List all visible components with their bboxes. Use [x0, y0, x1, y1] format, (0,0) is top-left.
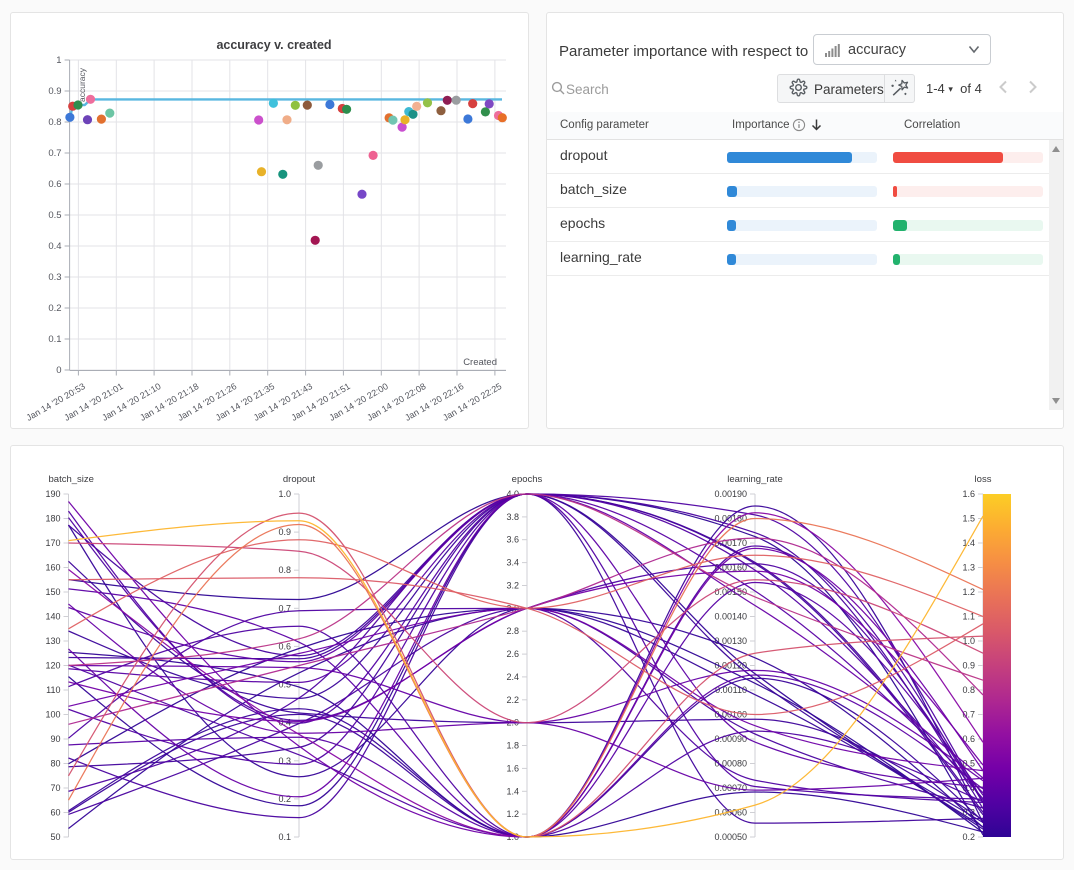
svg-text:2.8: 2.8: [506, 626, 519, 636]
svg-text:3.6: 3.6: [506, 535, 519, 545]
svg-text:0.8: 0.8: [278, 565, 291, 575]
svg-text:1.6: 1.6: [962, 489, 975, 499]
svg-text:epochs: epochs: [512, 474, 543, 485]
svg-text:0.9: 0.9: [48, 86, 61, 97]
svg-text:0.8: 0.8: [48, 117, 61, 128]
svg-text:0.9: 0.9: [962, 661, 975, 671]
svg-text:2.6: 2.6: [506, 649, 519, 659]
svg-text:loss: loss: [975, 474, 992, 485]
svg-text:0.1: 0.1: [48, 334, 61, 345]
svg-text:1.2: 1.2: [962, 587, 975, 597]
svg-text:accuracy: accuracy: [77, 67, 87, 102]
svg-text:0.00190: 0.00190: [714, 489, 747, 499]
svg-text:70: 70: [50, 783, 60, 793]
svg-text:1.4: 1.4: [962, 538, 975, 548]
svg-text:0.2: 0.2: [48, 303, 61, 314]
svg-text:1.4: 1.4: [506, 786, 519, 796]
svg-text:0.7: 0.7: [48, 148, 61, 159]
svg-text:3.2: 3.2: [506, 581, 519, 591]
svg-text:170: 170: [45, 538, 60, 548]
svg-text:1: 1: [56, 55, 61, 66]
svg-text:0.00050: 0.00050: [714, 832, 747, 842]
svg-text:0: 0: [56, 365, 61, 376]
svg-text:80: 80: [50, 759, 60, 769]
svg-text:100: 100: [45, 710, 60, 720]
svg-text:110: 110: [46, 685, 60, 695]
svg-text:2.4: 2.4: [506, 672, 519, 682]
svg-text:0.00150: 0.00150: [714, 587, 747, 597]
svg-text:learning_rate: learning_rate: [727, 474, 782, 485]
svg-text:1.5: 1.5: [962, 514, 975, 524]
svg-text:190: 190: [45, 489, 60, 499]
svg-text:120: 120: [45, 661, 60, 671]
svg-text:90: 90: [50, 734, 60, 744]
svg-text:50: 50: [50, 832, 60, 842]
svg-text:160: 160: [45, 563, 60, 573]
svg-text:dropout: dropout: [283, 474, 316, 485]
svg-text:0.2: 0.2: [962, 832, 975, 842]
svg-text:0.8: 0.8: [962, 685, 975, 695]
svg-text:2.2: 2.2: [506, 695, 519, 705]
svg-text:0.9: 0.9: [278, 527, 291, 537]
svg-text:1.8: 1.8: [506, 741, 519, 751]
svg-text:180: 180: [45, 514, 60, 524]
svg-text:0.00140: 0.00140: [714, 612, 747, 622]
svg-text:1.0: 1.0: [278, 489, 291, 499]
svg-text:0.3: 0.3: [48, 272, 61, 283]
svg-text:140: 140: [45, 612, 60, 622]
svg-text:150: 150: [45, 587, 60, 597]
svg-text:0.00130: 0.00130: [714, 636, 747, 646]
svg-text:1.3: 1.3: [962, 563, 975, 573]
svg-text:0.5: 0.5: [48, 210, 61, 221]
svg-text:0.4: 0.4: [48, 241, 61, 252]
svg-text:batch_size: batch_size: [49, 474, 94, 485]
svg-text:3.4: 3.4: [506, 558, 519, 568]
svg-text:0.1: 0.1: [278, 832, 291, 842]
svg-text:0.6: 0.6: [48, 179, 61, 190]
svg-text:1.6: 1.6: [506, 763, 519, 773]
svg-text:Created: Created: [463, 357, 497, 368]
svg-text:0.00110: 0.00110: [715, 685, 747, 695]
svg-text:130: 130: [45, 636, 60, 646]
svg-text:3.8: 3.8: [506, 512, 519, 522]
svg-text:1.2: 1.2: [506, 809, 519, 819]
svg-text:60: 60: [50, 808, 60, 818]
svg-text:accuracy v. created: accuracy v. created: [216, 38, 331, 52]
